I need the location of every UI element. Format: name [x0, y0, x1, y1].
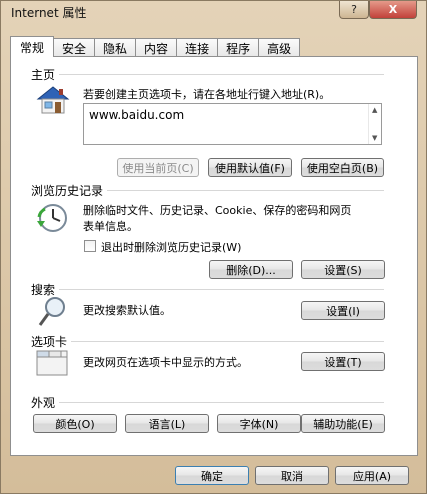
scroll-down-icon: ▼ — [372, 134, 378, 142]
scroll-up-icon: ▲ — [372, 106, 378, 114]
home-icon — [36, 86, 70, 114]
history-description-line2: 表单信息。 — [83, 220, 138, 233]
divider — [59, 289, 384, 290]
homepage-url-input[interactable]: www.baidu.com ▲ ▼ — [83, 103, 382, 145]
divider — [71, 341, 384, 342]
tab-advanced[interactable]: 高级 — [258, 38, 301, 57]
tab-connections[interactable]: 连接 — [176, 38, 219, 57]
delete-on-exit-label[interactable]: 退出时删除浏览历史记录(W) — [101, 239, 241, 255]
help-button[interactable]: ? — [339, 1, 369, 19]
divider — [59, 74, 384, 75]
search-settings-button[interactable]: 设置(I) — [301, 301, 385, 320]
ok-button[interactable]: 确定 — [175, 466, 249, 485]
divider — [107, 190, 384, 191]
history-section-label: 浏览历史记录 — [31, 184, 104, 198]
cancel-button[interactable]: 取消 — [255, 466, 329, 485]
homepage-description: 若要创建主页选项卡，请在各地址行键入地址(R)。 — [83, 88, 331, 101]
colors-button[interactable]: 颜色(O) — [33, 414, 117, 433]
tab-programs[interactable]: 程序 — [217, 38, 260, 57]
url-scrollbar[interactable]: ▲ ▼ — [368, 104, 381, 144]
delete-history-button[interactable]: 删除(D)... — [209, 260, 293, 279]
general-panel: 主页 若要创建主页选项卡，请在各地址行键入地址(R)。 www.baidu.co… — [10, 56, 418, 456]
tab-strip: 常规 安全 隐私 内容 连接 程序 高级 — [10, 36, 301, 57]
accessibility-button[interactable]: 辅助功能(E) — [301, 414, 385, 433]
homepage-section-label: 主页 — [31, 68, 56, 82]
tabs-description: 更改网页在选项卡中显示的方式。 — [83, 356, 248, 369]
tab-security[interactable]: 安全 — [53, 38, 96, 57]
dialog-window: Internet 属性 ? X 常规 安全 隐私 内容 连接 程序 高级 主页 … — [0, 0, 427, 494]
search-magnifier-icon — [38, 297, 65, 326]
tab-privacy[interactable]: 隐私 — [94, 38, 137, 57]
search-description: 更改搜索默认值。 — [83, 304, 171, 317]
close-button[interactable]: X — [369, 1, 417, 19]
history-settings-button[interactable]: 设置(S) — [301, 260, 385, 279]
titlebar[interactable]: Internet 属性 ? X — [1, 1, 426, 31]
apply-button[interactable]: 应用(A) — [335, 466, 409, 485]
use-blank-button[interactable]: 使用空白页(B) — [301, 158, 384, 177]
use-current-button[interactable]: 使用当前页(C) — [117, 158, 199, 177]
history-description-line1: 删除临时文件、历史记录、Cookie、保存的密码和网页 — [83, 204, 352, 217]
divider — [59, 402, 384, 403]
history-clock-icon — [37, 204, 67, 232]
appearance-section-label: 外观 — [31, 396, 56, 410]
fonts-button[interactable]: 字体(N) — [217, 414, 301, 433]
delete-on-exit-checkbox[interactable] — [84, 240, 96, 252]
homepage-url-value: www.baidu.com — [89, 108, 185, 122]
tab-general[interactable]: 常规 — [10, 36, 55, 57]
tab-content[interactable]: 内容 — [135, 38, 178, 57]
use-default-button[interactable]: 使用默认值(F) — [208, 158, 292, 177]
languages-button[interactable]: 语言(L) — [125, 414, 209, 433]
window-title: Internet 属性 — [11, 6, 87, 20]
tabs-window-icon — [36, 350, 68, 376]
tabs-settings-button[interactable]: 设置(T) — [301, 352, 385, 371]
